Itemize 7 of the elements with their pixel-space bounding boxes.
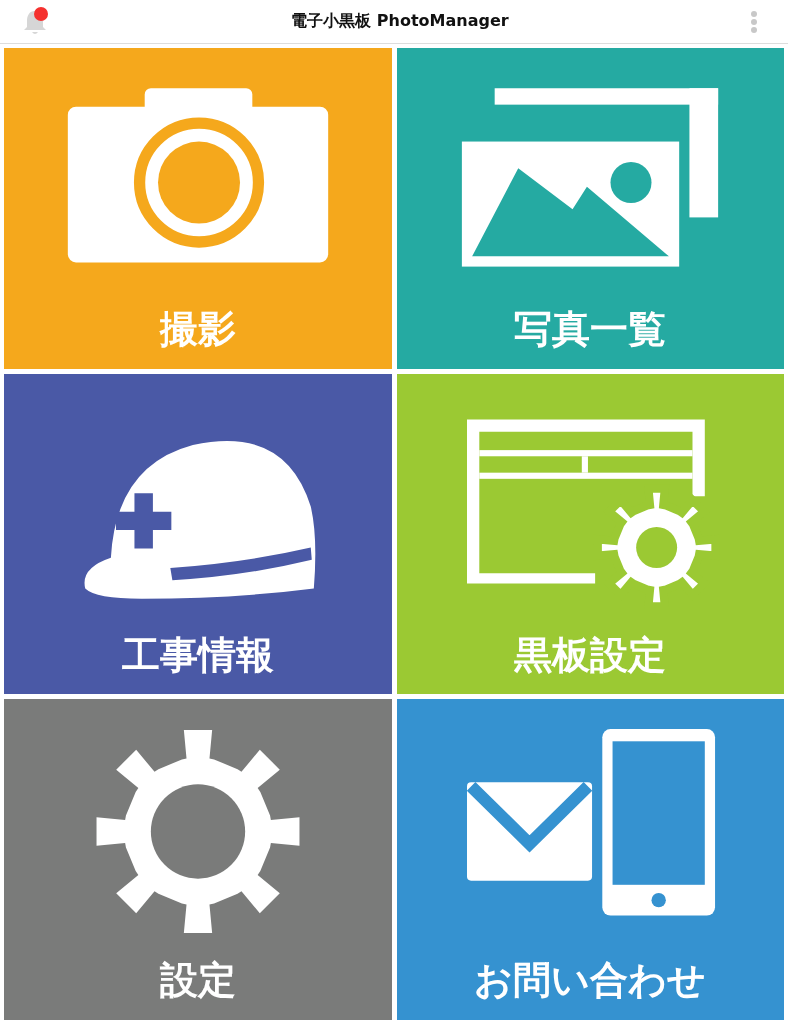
menu-tile[interactable]: 撮影 — [4, 48, 392, 369]
app-title: 電子小黒板 PhotoManager — [291, 11, 509, 32]
menu-tile[interactable]: 工事情報 — [4, 373, 392, 695]
menu-tile[interactable]: 設定 — [4, 699, 392, 1020]
menu-tile[interactable]: 写真一覧 — [396, 48, 784, 369]
menu-tile[interactable]: お問い合わせ — [396, 699, 784, 1020]
menu-tile[interactable]: 黒板設定 — [396, 373, 784, 695]
